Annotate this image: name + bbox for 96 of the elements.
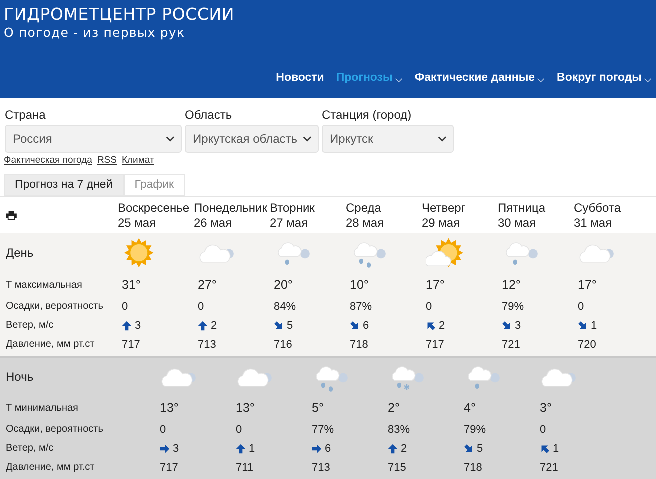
weekday-label: Воскресенье — [118, 201, 191, 216]
table-cell-text: 0 — [198, 300, 206, 312]
temperature-value: 12° — [502, 278, 522, 292]
wind-speed: 2 — [211, 320, 218, 332]
temperature-value: 5° — [312, 401, 325, 415]
temperature-value: 17° — [578, 278, 598, 292]
table-cell-text: 721 — [540, 462, 560, 474]
table-cell-text: 717 — [160, 462, 180, 474]
table-cell-text: 0 — [578, 300, 586, 312]
nav-menu-item[interactable]: Новости — [276, 72, 324, 84]
field-label: Станция (город) — [322, 108, 413, 123]
row-label: Т максимальная — [5, 280, 84, 290]
text-link[interactable]: Фактическая погода — [4, 155, 92, 166]
dropdown-select[interactable]: Иркутская область — [185, 125, 319, 153]
temperature-value: 3° — [540, 401, 553, 415]
field-label: Страна — [5, 108, 47, 123]
table-cell-text: 720 — [578, 338, 598, 350]
table-cell-text: 718 — [350, 338, 370, 350]
printer-icon[interactable] — [6, 211, 17, 220]
tab[interactable]: Прогноз на 7 дней — [4, 174, 124, 196]
date-label: 28 мая — [346, 216, 386, 231]
table-cell-text: 84% — [274, 300, 298, 312]
row-label: Осадки, вероятность — [5, 301, 104, 312]
weekday-label: Понедельник — [194, 201, 268, 216]
temperature-value: 31° — [122, 278, 142, 292]
wind-speed: 6 — [325, 442, 332, 454]
weekday-label: Четверг — [422, 201, 467, 216]
table-cell-text: 83% — [388, 424, 412, 436]
chevron-down-icon[interactable] — [438, 136, 447, 142]
field-label: Область — [185, 108, 234, 123]
date-label: 27 мая — [270, 216, 310, 231]
row-label: Ветер, м/с — [5, 320, 55, 331]
wind-speed: 6 — [363, 320, 370, 332]
wind-speed: 1 — [249, 442, 256, 454]
weekday-label: Суббота — [574, 201, 622, 216]
table-cell-text: 716 — [274, 338, 294, 350]
table-cell-text: 87% — [350, 300, 374, 312]
date-label: 25 мая — [118, 216, 158, 231]
wind-speed: 1 — [591, 320, 598, 332]
wind-speed: 3 — [135, 320, 142, 332]
table-cell-text: 0 — [160, 424, 168, 436]
row-label: Осадки, вероятность — [5, 424, 104, 435]
nav-menu-item[interactable]: Фактические данные — [414, 72, 546, 84]
table-cell-text: 713 — [198, 338, 218, 350]
row-label: Давление, мм рт.ст — [5, 462, 96, 473]
row-label: Т минимальная — [5, 402, 80, 414]
date-label: 29 мая — [422, 216, 462, 231]
wind-speed: 5 — [287, 320, 294, 332]
row-label: Давление, мм рт.ст — [5, 339, 96, 350]
section-title: Ночь — [5, 370, 35, 384]
table-cell-text: 721 — [502, 338, 522, 350]
table-cell-text: 0 — [122, 300, 130, 312]
table-cell-text: 718 — [464, 462, 484, 474]
site-title: ГИДРОМЕТЦЕНТР РОССИИ — [4, 5, 236, 25]
table-cell-text: 711 — [236, 462, 255, 474]
section-title: День — [5, 246, 35, 260]
table-cell-text: 79% — [502, 300, 526, 312]
row-label: Ветер, м/с — [5, 443, 55, 454]
table-cell-text: 77% — [312, 424, 336, 436]
table-cell-text: 0 — [236, 424, 244, 436]
chevron-down-icon[interactable] — [303, 136, 312, 142]
temperature-value: 17° — [426, 278, 446, 292]
temperature-value: 20° — [274, 278, 294, 292]
wind-speed: 2 — [439, 320, 446, 332]
temperature-value: 2° — [388, 401, 401, 415]
weekday-label: Пятница — [498, 201, 546, 216]
temperature-value: 4° — [464, 401, 477, 415]
wind-speed: 2 — [401, 442, 408, 454]
table-cell-text: 717 — [426, 338, 446, 350]
dropdown-select[interactable]: Иркутск — [322, 125, 454, 153]
temperature-value: 13° — [236, 401, 256, 415]
tab[interactable]: График — [124, 174, 186, 196]
dropdown-select[interactable]: Россия — [5, 125, 182, 153]
site-slogan: О погоде - из первых рук — [4, 25, 186, 40]
date-label: 31 мая — [574, 216, 614, 231]
temperature-value: 10° — [350, 278, 370, 292]
wind-speed: 5 — [477, 442, 484, 454]
wind-speed: 1 — [553, 442, 560, 454]
temperature-value: 27° — [198, 278, 218, 292]
table-cell-text: 0 — [426, 300, 434, 312]
nav-menu-item[interactable]: Вокруг погоды — [557, 72, 652, 84]
table-cell-text: 715 — [388, 462, 408, 474]
table-cell-text: 79% — [464, 424, 488, 436]
chevron-down-icon[interactable] — [166, 136, 175, 142]
weekday-label: Среда — [346, 201, 382, 216]
table-cell-text: 0 — [540, 424, 548, 436]
temperature-value: 13° — [160, 401, 180, 415]
table-cell-text: 713 — [312, 462, 332, 474]
table-cell-text: 717 — [122, 338, 142, 350]
text-link[interactable]: Климат — [122, 155, 154, 166]
date-label: 26 мая — [194, 216, 234, 231]
wind-speed: 3 — [173, 442, 180, 454]
wind-speed: 3 — [515, 320, 522, 332]
weekday-label: Вторник — [270, 201, 316, 216]
date-label: 30 мая — [498, 216, 538, 231]
text-link[interactable]: RSS — [97, 155, 117, 166]
